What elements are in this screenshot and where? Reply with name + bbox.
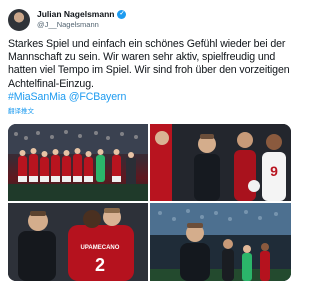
upamecano-hug-image: UPAMECANO 2 [8, 203, 148, 281]
tweet-hashtags[interactable]: #MiaSanMia @FCBayern [8, 91, 126, 103]
photo-grid: 9 UPAMECANO 2 [8, 124, 291, 281]
photo-team-huddle[interactable] [8, 124, 148, 201]
team-huddle-image [8, 124, 148, 201]
coach-players-image: 9 [150, 124, 291, 201]
tweet-body: Starkes Spiel und einfach ein schönes Ge… [8, 38, 290, 90]
jersey-number: 2 [95, 255, 105, 275]
translate-link[interactable]: 翻译推文 [8, 105, 292, 115]
tweet-header: Julian Nagelsmann ✓ @J__Nagelsmann [8, 6, 292, 32]
photo-coach-stadium[interactable] [150, 203, 291, 281]
tweet-card: Julian Nagelsmann ✓ @J__Nagelsmann Stark… [0, 0, 300, 286]
name-row: Julian Nagelsmann ✓ [37, 9, 127, 19]
coach-stadium-image [150, 203, 291, 281]
verified-badge-icon: ✓ [117, 9, 127, 19]
photo-coach-players[interactable]: 9 [150, 124, 291, 201]
author-handle[interactable]: @J__Nagelsmann [37, 21, 126, 29]
avatar[interactable] [8, 9, 30, 31]
jersey-name: UPAMECANO [81, 245, 120, 251]
tweet-text: Starkes Spiel und einfach ein schönes Ge… [8, 38, 298, 104]
photo-upamecano-hug[interactable]: UPAMECANO 2 [8, 203, 148, 281]
jersey-number-nine: 9 [270, 163, 278, 179]
author-info: Julian Nagelsmann ✓ @J__Nagelsmann [37, 9, 127, 29]
author-name[interactable]: Julian Nagelsmann [37, 10, 114, 19]
